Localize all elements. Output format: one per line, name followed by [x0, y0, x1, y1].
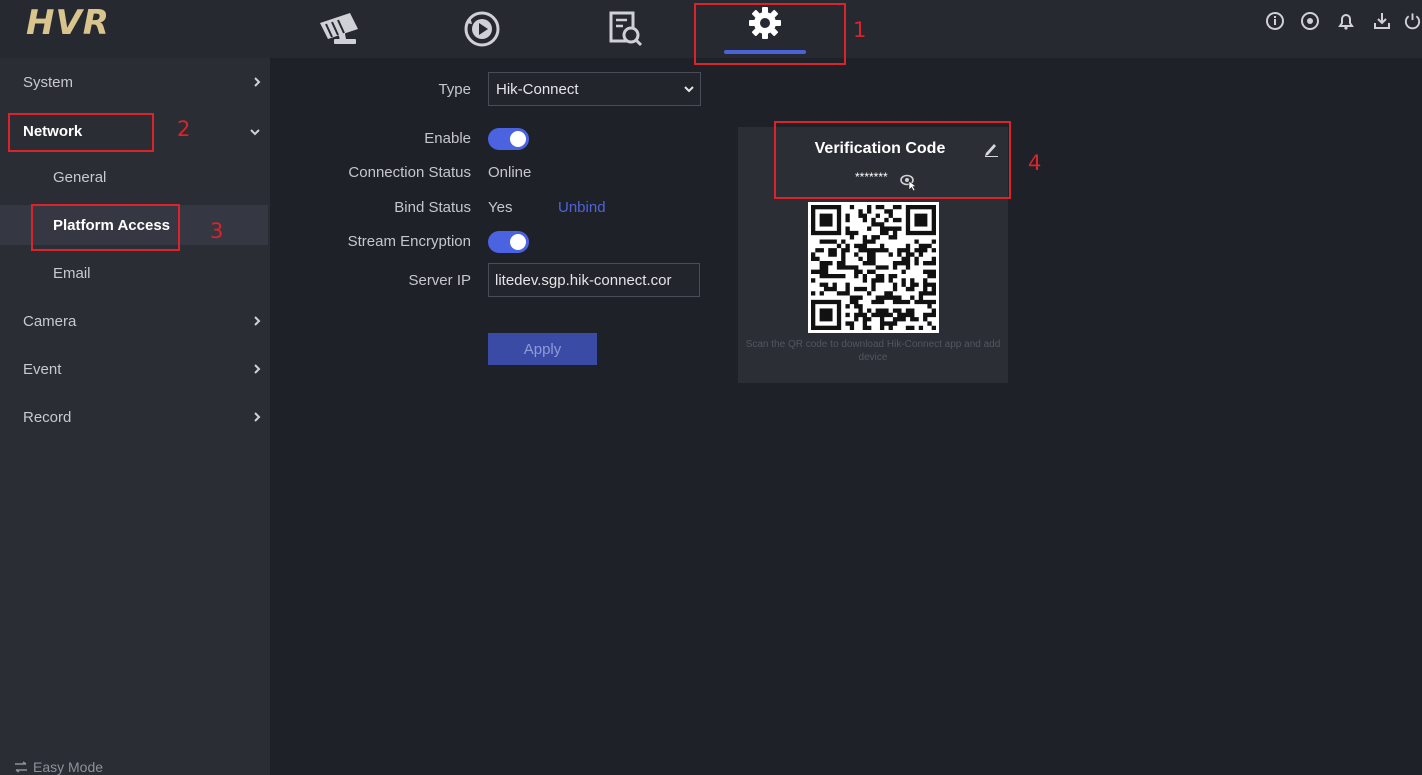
chevron-down-icon	[684, 86, 694, 93]
server-ip-label: Server IP	[408, 272, 471, 289]
file-search-icon	[609, 11, 643, 47]
sidebar-item-label: Event	[23, 360, 62, 378]
playback-tab[interactable]	[437, 0, 527, 58]
record-status-button[interactable]	[1299, 10, 1321, 32]
type-select-value: Hik-Connect	[496, 80, 579, 98]
download-icon	[1374, 13, 1390, 29]
chevron-right-icon	[254, 316, 261, 326]
type-label: Type	[438, 81, 471, 98]
qr-code-image	[811, 205, 936, 330]
power-icon	[1404, 13, 1421, 30]
stream-encryption-toggle[interactable]	[488, 231, 529, 253]
unbind-link[interactable]: Unbind	[558, 199, 606, 216]
easy-mode-toggle[interactable]: Easy Mode	[14, 759, 103, 775]
sidebar-subitem-label: Email	[53, 264, 91, 282]
annotation-number-2: 2	[177, 117, 191, 141]
annotation-box-1	[694, 3, 846, 65]
sidebar-subitem-email[interactable]: Email	[0, 253, 268, 293]
apply-button[interactable]: Apply	[488, 333, 597, 365]
stream-encryption-label: Stream Encryption	[347, 233, 471, 250]
playback-icon	[464, 11, 500, 47]
sidebar-subitem-label: General	[53, 168, 107, 186]
chevron-right-icon	[254, 412, 261, 422]
qr-caption: Scan the QR code to download Hik-Connect…	[745, 339, 1001, 363]
sidebar-item-camera[interactable]: Camera	[0, 298, 270, 344]
annotation-box-2	[8, 113, 154, 152]
enable-toggle[interactable]	[488, 128, 529, 150]
annotation-number-1: 1	[853, 18, 867, 42]
live-view-tab[interactable]	[295, 0, 385, 58]
chevron-right-icon	[254, 364, 261, 374]
sidebar-item-label: Camera	[23, 312, 77, 330]
easy-mode-label: Easy Mode	[33, 759, 104, 775]
sidebar-subitem-general[interactable]: General	[0, 157, 268, 197]
camera-icon	[320, 13, 358, 44]
annotation-box-3	[31, 204, 180, 251]
info-button[interactable]	[1264, 10, 1286, 32]
sidebar: System Network General Platform Access E…	[0, 58, 270, 775]
annotation-number-3: 3	[210, 219, 224, 243]
bind-status-value: Yes	[488, 199, 513, 216]
search-tab[interactable]	[580, 0, 670, 58]
sidebar-item-label: Record	[23, 408, 72, 426]
sidebar-item-event[interactable]: Event	[0, 346, 270, 392]
sidebar-item-system[interactable]: System	[0, 59, 270, 105]
enable-label: Enable	[424, 130, 471, 147]
alarm-button[interactable]	[1335, 10, 1357, 32]
server-ip-input[interactable]: litedev.sgp.hik-connect.cor	[488, 263, 700, 297]
connection-status-label: Connection Status	[348, 164, 471, 181]
bind-status-label: Bind Status	[394, 199, 471, 216]
connection-status-value: Online	[488, 164, 532, 181]
swap-icon	[15, 761, 27, 773]
qr-code	[808, 202, 939, 333]
chevron-right-icon	[254, 77, 261, 87]
annotation-box-4	[774, 121, 1011, 199]
annotation-number-4: 4	[1028, 151, 1042, 175]
download-button[interactable]	[1371, 10, 1393, 32]
record-status-icon	[1301, 12, 1319, 30]
info-icon	[1266, 12, 1284, 30]
sidebar-item-record[interactable]: Record	[0, 394, 270, 440]
sidebar-item-label: System	[23, 73, 74, 91]
alarm-bell-icon	[1338, 14, 1354, 30]
power-button[interactable]	[1403, 10, 1422, 32]
type-select[interactable]: Hik-Connect	[488, 72, 701, 106]
app-logo: HVR	[26, 3, 110, 43]
chevron-down-icon	[250, 129, 260, 136]
